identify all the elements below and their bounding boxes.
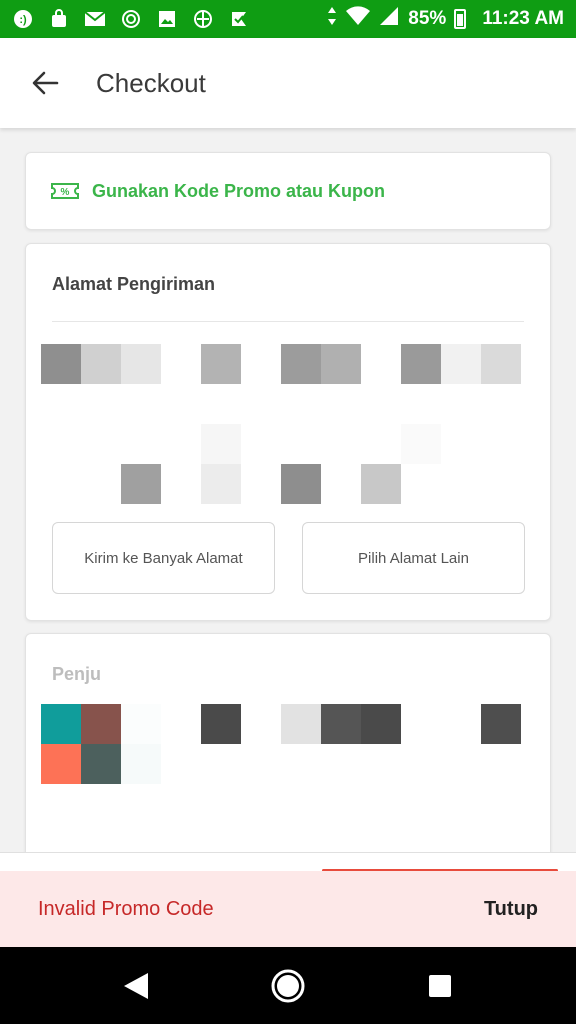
- redacted-block: [41, 344, 81, 384]
- battery-icon: [454, 9, 467, 29]
- app-bar: Checkout: [0, 38, 576, 128]
- nav-home-button[interactable]: [260, 958, 316, 1014]
- redacted-block: [201, 704, 241, 744]
- redacted-block: [121, 344, 161, 384]
- check-icon: [228, 8, 250, 30]
- home-circle-icon: [271, 969, 305, 1002]
- ship-to-multiple-addresses-button[interactable]: Kirim ke Banyak Alamat: [52, 522, 275, 594]
- redacted-block: [481, 704, 521, 744]
- status-bar: :) 85% 11:23 AM: [0, 0, 576, 38]
- bottom-panel: Invalid Promo Code Tutup: [0, 852, 576, 948]
- redacted-block: [81, 344, 121, 384]
- promo-code-link[interactable]: Gunakan Kode Promo atau Kupon: [92, 181, 385, 202]
- redacted-block: [121, 464, 161, 504]
- choose-other-address-button[interactable]: Pilih Alamat Lain: [302, 522, 525, 594]
- nav-recents-button[interactable]: [412, 958, 468, 1014]
- redacted-block: [201, 344, 241, 384]
- redacted-block: [41, 744, 81, 784]
- back-button[interactable]: [0, 38, 90, 128]
- wifi-icon: [346, 6, 371, 32]
- seller-card: Penju: [25, 633, 551, 852]
- shipping-address-card: Alamat Pengiriman Kirim ke Banyak Alamat…: [25, 243, 551, 621]
- redacted-block: [321, 704, 361, 744]
- redacted-block: [121, 744, 161, 784]
- image-icon: [156, 8, 178, 30]
- redacted-block: [361, 464, 401, 504]
- snackbar-close-button[interactable]: Tutup: [484, 898, 538, 921]
- promo-code-card[interactable]: % Gunakan Kode Promo atau Kupon: [25, 152, 551, 230]
- svg-text:%: %: [61, 187, 70, 198]
- recents-square-icon: [429, 974, 451, 997]
- bag-icon: [48, 8, 70, 30]
- redacted-block: [201, 464, 241, 504]
- coupon-icon: %: [51, 183, 79, 199]
- redacted-block: [81, 704, 121, 744]
- redacted-block: [81, 744, 121, 784]
- checkout-content[interactable]: % Gunakan Kode Promo atau Kupon Alamat P…: [0, 128, 576, 852]
- arrow-left-icon: [32, 71, 59, 95]
- nav-back-button[interactable]: [108, 958, 164, 1014]
- page-title: Checkout: [96, 67, 206, 98]
- battery-text: 85%: [408, 8, 447, 29]
- vpn-icon: [192, 8, 214, 30]
- redacted-block: [121, 704, 161, 744]
- signal-icon: [378, 6, 400, 32]
- divider: [52, 321, 524, 322]
- svg-text::): :): [19, 14, 27, 26]
- redacted-block: [441, 344, 481, 384]
- data-arrows-icon: [326, 6, 338, 32]
- redacted-block: [201, 424, 241, 464]
- redacted-block: [321, 344, 361, 384]
- redacted-block: [281, 464, 321, 504]
- redacted-block: [281, 344, 321, 384]
- clock: 11:23 AM: [482, 8, 564, 29]
- target-icon: [120, 8, 142, 30]
- mail-icon: [84, 8, 106, 30]
- redacted-block: [281, 704, 321, 744]
- shipping-address-title: Alamat Pengiriman: [52, 274, 216, 294]
- back-triangle-icon: [124, 972, 148, 999]
- redacted-block: [361, 704, 401, 744]
- redacted-block: [401, 344, 441, 384]
- seller-title: Penju: [52, 664, 102, 684]
- app-icon: :): [12, 8, 34, 30]
- system-nav-bar: [0, 947, 576, 1024]
- snackbar-message: Invalid Promo Code: [38, 898, 214, 920]
- redacted-block: [401, 424, 441, 464]
- redacted-block: [41, 704, 81, 744]
- error-snackbar: Invalid Promo Code Tutup: [0, 871, 576, 948]
- redacted-block: [481, 344, 521, 384]
